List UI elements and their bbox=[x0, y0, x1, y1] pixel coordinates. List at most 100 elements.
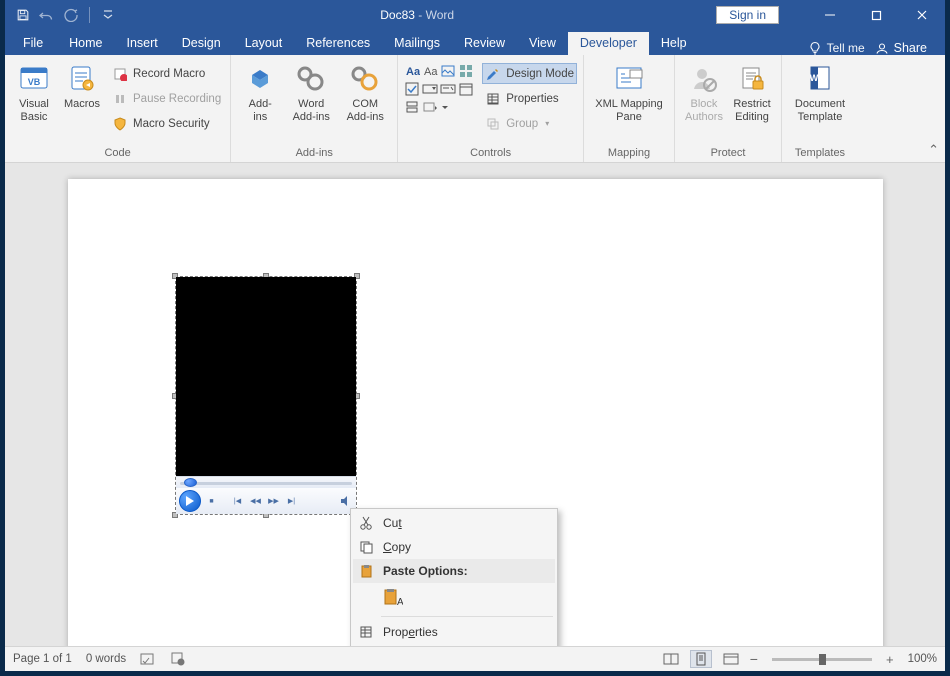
wmp-play-button[interactable] bbox=[179, 490, 201, 512]
group-mapping: XML Mapping Pane Mapping bbox=[584, 55, 675, 162]
restrict-icon bbox=[736, 63, 768, 95]
context-menu: Cut Copy Paste Options: A Properties Vie… bbox=[350, 508, 558, 646]
print-layout-button[interactable] bbox=[690, 650, 712, 668]
ctx-copy[interactable]: Copy bbox=[353, 535, 555, 559]
tab-insert[interactable]: Insert bbox=[115, 32, 170, 55]
group-controls-label: Controls bbox=[404, 145, 577, 162]
ribbon: VB Visual Basic Macros Record Macro Paus… bbox=[5, 55, 945, 163]
macros-button[interactable]: Macros bbox=[59, 61, 105, 113]
svg-text:Aa: Aa bbox=[424, 66, 438, 78]
zoom-level[interactable]: 100% bbox=[908, 653, 937, 665]
wmp-prev-button[interactable]: |◀ bbox=[231, 494, 245, 508]
redo-icon[interactable] bbox=[61, 5, 81, 25]
close-button[interactable] bbox=[899, 0, 945, 30]
properties-button[interactable]: Properties bbox=[482, 88, 577, 109]
word-addins-icon bbox=[295, 63, 327, 95]
quick-access-toolbar bbox=[5, 5, 118, 25]
zoom-slider[interactable] bbox=[772, 658, 872, 661]
wmp-mute-button[interactable] bbox=[339, 494, 353, 508]
ctx-cut[interactable]: Cut bbox=[353, 511, 555, 535]
rich-text-control-icon[interactable]: Aa bbox=[404, 63, 420, 79]
tab-layout[interactable]: Layout bbox=[233, 32, 295, 55]
wmp-rewind-button[interactable]: ◀◀ bbox=[249, 494, 263, 508]
cut-icon bbox=[357, 516, 375, 530]
visual-basic-button[interactable]: VB Visual Basic bbox=[11, 61, 57, 125]
tell-me-label: Tell me bbox=[827, 41, 865, 55]
tell-me-search[interactable]: Tell me bbox=[808, 41, 865, 55]
com-addins-button[interactable]: COM Add-ins bbox=[339, 61, 391, 125]
ctx-cut-label: Cut bbox=[383, 516, 402, 530]
tab-review[interactable]: Review bbox=[452, 32, 517, 55]
group-templates-label: Templates bbox=[788, 145, 852, 162]
sign-in-button[interactable]: Sign in bbox=[716, 6, 779, 24]
title-bar: Doc83 - Word Sign in bbox=[5, 0, 945, 30]
plain-text-control-icon[interactable]: Aa bbox=[422, 63, 438, 79]
tab-references[interactable]: References bbox=[294, 32, 382, 55]
spell-check-icon[interactable] bbox=[140, 651, 156, 667]
visual-basic-icon: VB bbox=[18, 63, 50, 95]
date-control-icon[interactable] bbox=[458, 81, 474, 97]
addins-icon bbox=[244, 63, 276, 95]
macro-security-button[interactable]: Macro Security bbox=[109, 113, 224, 134]
repeating-control-icon[interactable] bbox=[404, 99, 420, 115]
picture-control-icon[interactable] bbox=[440, 63, 456, 79]
design-mode-button[interactable]: Design Mode bbox=[482, 63, 577, 84]
ctx-properties[interactable]: Properties bbox=[353, 620, 555, 644]
group-addins: Add- ins Word Add-ins COM Add-ins Add-in… bbox=[231, 55, 398, 162]
word-addins-button[interactable]: Word Add-ins bbox=[285, 61, 337, 125]
tab-view[interactable]: View bbox=[517, 32, 568, 55]
read-mode-button[interactable] bbox=[660, 650, 682, 668]
qat-customize-icon[interactable] bbox=[98, 5, 118, 25]
word-count[interactable]: 0 words bbox=[86, 653, 126, 665]
collapse-ribbon-icon[interactable]: ⌃ bbox=[928, 142, 939, 158]
combo-control-icon[interactable] bbox=[422, 81, 438, 97]
app-name: Word bbox=[426, 8, 454, 22]
macros-icon bbox=[66, 63, 98, 95]
zoom-in-button[interactable]: + bbox=[886, 652, 894, 667]
wmp-stop-button[interactable]: ■ bbox=[205, 494, 219, 508]
wmp-seek-thumb[interactable] bbox=[184, 478, 197, 487]
page-indicator[interactable]: Page 1 of 1 bbox=[13, 653, 72, 665]
group-button: Group▾ bbox=[482, 113, 577, 134]
legacy-dropdown-icon[interactable] bbox=[440, 99, 450, 115]
checkbox-control-icon[interactable] bbox=[404, 81, 420, 97]
lightbulb-icon bbox=[808, 41, 822, 55]
addins-button[interactable]: Add- ins bbox=[237, 61, 283, 125]
document-template-button[interactable]: WDocument Template bbox=[788, 61, 852, 125]
wmp-forward-button[interactable]: ▶▶ bbox=[267, 494, 281, 508]
restrict-editing-button[interactable]: Restrict Editing bbox=[729, 61, 775, 125]
document-area[interactable]: ■ |◀ ◀◀ ▶▶ ▶| Cut Copy bbox=[5, 163, 945, 646]
zoom-thumb[interactable] bbox=[819, 654, 826, 665]
tab-help[interactable]: Help bbox=[649, 32, 699, 55]
ctx-view-code[interactable]: View Code bbox=[353, 644, 555, 646]
group-controls: Aa Aa bbox=[398, 55, 584, 162]
undo-icon[interactable] bbox=[37, 5, 57, 25]
tab-file[interactable]: File bbox=[9, 32, 57, 55]
wmp-seekbar[interactable] bbox=[176, 476, 356, 488]
record-icon bbox=[112, 66, 128, 82]
share-button[interactable]: Share bbox=[875, 41, 927, 55]
tab-developer[interactable]: Developer bbox=[568, 32, 649, 55]
group-code-label: Code bbox=[11, 145, 224, 162]
com-addins-icon bbox=[349, 63, 381, 95]
wmp-next-button[interactable]: ▶| bbox=[285, 494, 299, 508]
paste-keep-source[interactable]: A bbox=[381, 586, 405, 610]
minimize-button[interactable] bbox=[807, 0, 853, 30]
record-macro-button[interactable]: Record Macro bbox=[109, 63, 224, 84]
tab-mailings[interactable]: Mailings bbox=[382, 32, 452, 55]
wmp-object[interactable]: ■ |◀ ◀◀ ▶▶ ▶| bbox=[176, 277, 356, 514]
dropdown-control-icon[interactable] bbox=[440, 81, 456, 97]
save-icon[interactable] bbox=[13, 5, 33, 25]
macros-label: Macros bbox=[64, 98, 100, 111]
group-protect-label: Protect bbox=[681, 145, 775, 162]
zoom-out-button[interactable]: − bbox=[750, 651, 758, 667]
xml-mapping-button[interactable]: XML Mapping Pane bbox=[590, 61, 668, 125]
macro-record-status-icon[interactable] bbox=[170, 651, 186, 667]
building-block-control-icon[interactable] bbox=[458, 63, 474, 79]
web-layout-button[interactable] bbox=[720, 650, 742, 668]
group-code: VB Visual Basic Macros Record Macro Paus… bbox=[5, 55, 231, 162]
maximize-button[interactable] bbox=[853, 0, 899, 30]
tab-home[interactable]: Home bbox=[57, 32, 114, 55]
legacy-tools-icon[interactable] bbox=[422, 99, 438, 115]
tab-design[interactable]: Design bbox=[170, 32, 233, 55]
